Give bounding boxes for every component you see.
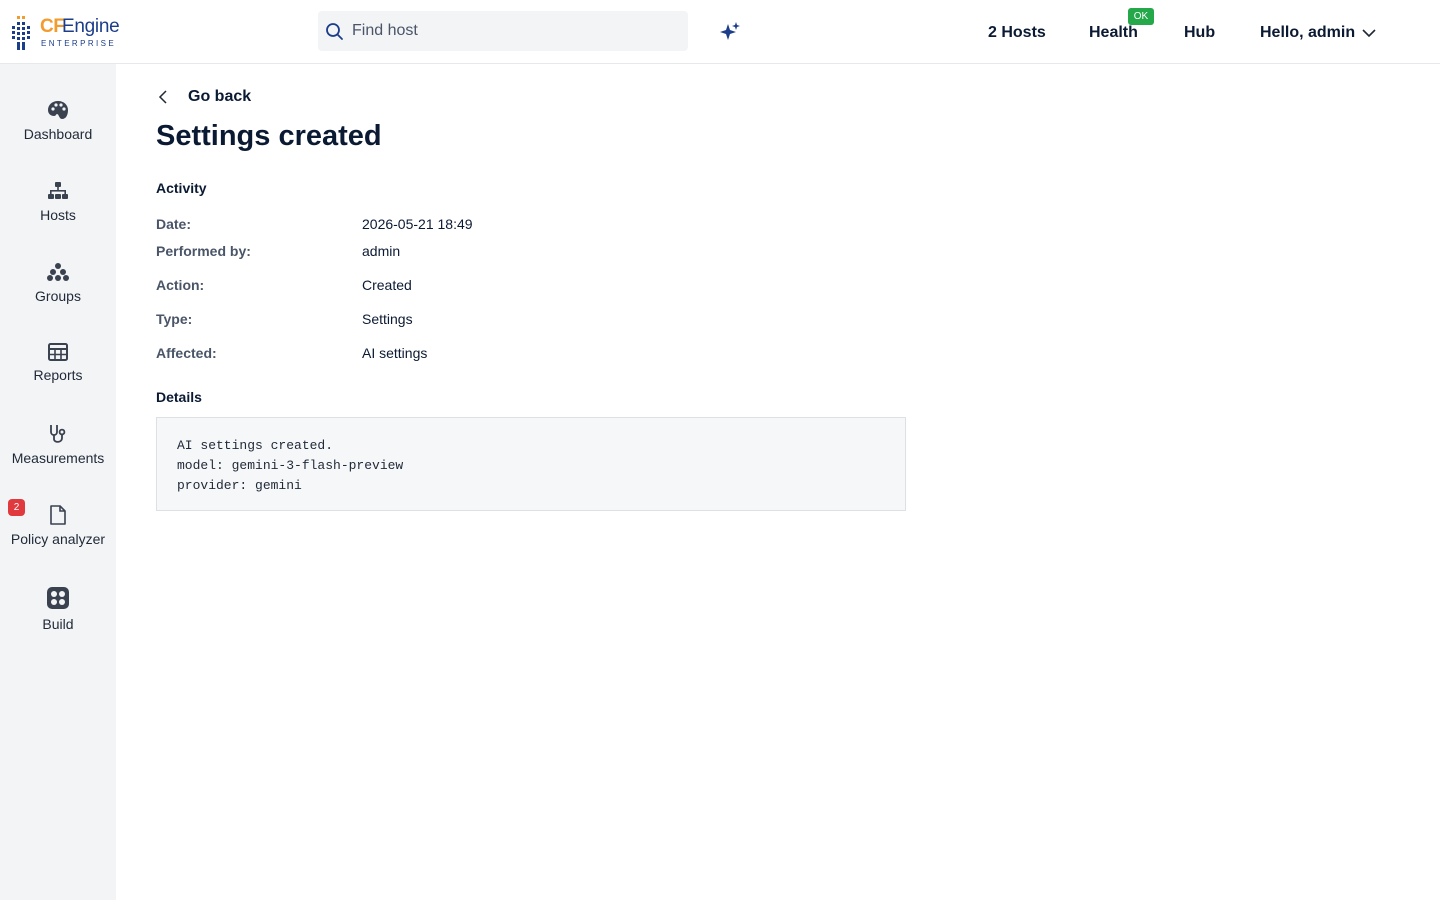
user-menu-toggle[interactable]: Hello, admin bbox=[1260, 24, 1355, 42]
build-grid-icon bbox=[47, 587, 69, 609]
sidebar-item-dashboard[interactable]: Dashboard bbox=[0, 100, 116, 160]
activity-section-label: Activity bbox=[156, 180, 207, 196]
sidebar-nav: Dashboard Hosts Groups Reports Measureme… bbox=[0, 64, 116, 900]
row-value: AI settings bbox=[362, 345, 428, 361]
details-text: AI settings created. model: gemini-3-fla… bbox=[177, 438, 404, 493]
find-host-input[interactable] bbox=[352, 11, 672, 51]
row-key: Type: bbox=[156, 311, 193, 327]
find-host-search bbox=[318, 11, 688, 51]
logo-text-cf: CF bbox=[40, 16, 65, 37]
nav-health-link[interactable]: Health bbox=[1089, 24, 1138, 42]
activity-row-action: Action: Created bbox=[156, 277, 756, 297]
row-value: admin bbox=[362, 243, 401, 259]
sidebar-item-measurements[interactable]: Measurements bbox=[0, 424, 116, 484]
logo-text-edition: ENTERPRISE bbox=[41, 39, 117, 48]
sidebar-item-build[interactable]: Build bbox=[0, 586, 116, 646]
sidebar-item-reports[interactable]: Reports bbox=[0, 343, 116, 403]
table-icon bbox=[48, 343, 68, 361]
sidebar-item-label: Measurements bbox=[11, 450, 105, 466]
row-key: Affected: bbox=[156, 345, 217, 361]
sidebar-item-label: Reports bbox=[33, 367, 83, 383]
details-section-label: Details bbox=[156, 389, 202, 405]
row-key: Performed by: bbox=[156, 243, 251, 259]
logo-text-engine: Engine bbox=[62, 16, 120, 37]
sidebar-item-label: Policy analyzer bbox=[10, 531, 106, 547]
activity-row-affected: Affected: AI settings bbox=[156, 345, 756, 365]
sidebar-item-label: Groups bbox=[35, 288, 81, 304]
top-header: CF Engine ENTERPRISE 2 Hosts Health OK H… bbox=[0, 0, 1440, 64]
sidebar-item-policy-analyzer[interactable]: 2 Policy analyzer bbox=[0, 499, 116, 565]
health-status-badge: OK bbox=[1128, 8, 1154, 25]
nav-hosts-link[interactable]: 2 Hosts bbox=[988, 24, 1046, 42]
palette-icon bbox=[48, 101, 68, 119]
row-value: 2026-05-21 18:49 bbox=[362, 216, 473, 232]
nav-hub-link[interactable]: Hub bbox=[1184, 24, 1215, 42]
chevron-left-icon bbox=[158, 90, 167, 104]
page-title: Settings created bbox=[156, 120, 382, 152]
search-icon bbox=[326, 23, 343, 40]
sidebar-item-label: Dashboard bbox=[23, 126, 93, 142]
sparkles-icon[interactable] bbox=[718, 20, 742, 44]
row-key: Action: bbox=[156, 277, 205, 293]
cfengine-logo-mark-icon bbox=[12, 16, 30, 50]
sidebar-item-label: Hosts bbox=[40, 207, 76, 223]
activity-row-performed-by: Performed by: admin bbox=[156, 243, 756, 263]
activity-row-type: Type: Settings bbox=[156, 311, 756, 331]
row-value: Created bbox=[362, 277, 412, 293]
sidebar-item-hosts[interactable]: Hosts bbox=[0, 181, 116, 241]
stethoscope-icon bbox=[50, 425, 66, 443]
row-key: Date: bbox=[156, 216, 192, 232]
row-value: Settings bbox=[362, 311, 413, 327]
sidebar-item-label: Build bbox=[42, 616, 74, 632]
chevron-down-icon[interactable] bbox=[1362, 28, 1376, 38]
activity-row-date: Date: 2026-05-21 18:49 bbox=[156, 216, 756, 236]
go-back-label: Go back bbox=[188, 88, 252, 105]
details-code-box: AI settings created. model: gemini-3-fla… bbox=[156, 417, 906, 511]
file-icon bbox=[50, 505, 66, 525]
policy-analyzer-count-badge: 2 bbox=[8, 499, 25, 516]
sitemap-icon bbox=[48, 182, 68, 199]
cfengine-logo[interactable]: CF Engine ENTERPRISE bbox=[10, 14, 120, 52]
dots-cluster-icon bbox=[47, 263, 69, 281]
sidebar-item-groups[interactable]: Groups bbox=[0, 262, 116, 322]
